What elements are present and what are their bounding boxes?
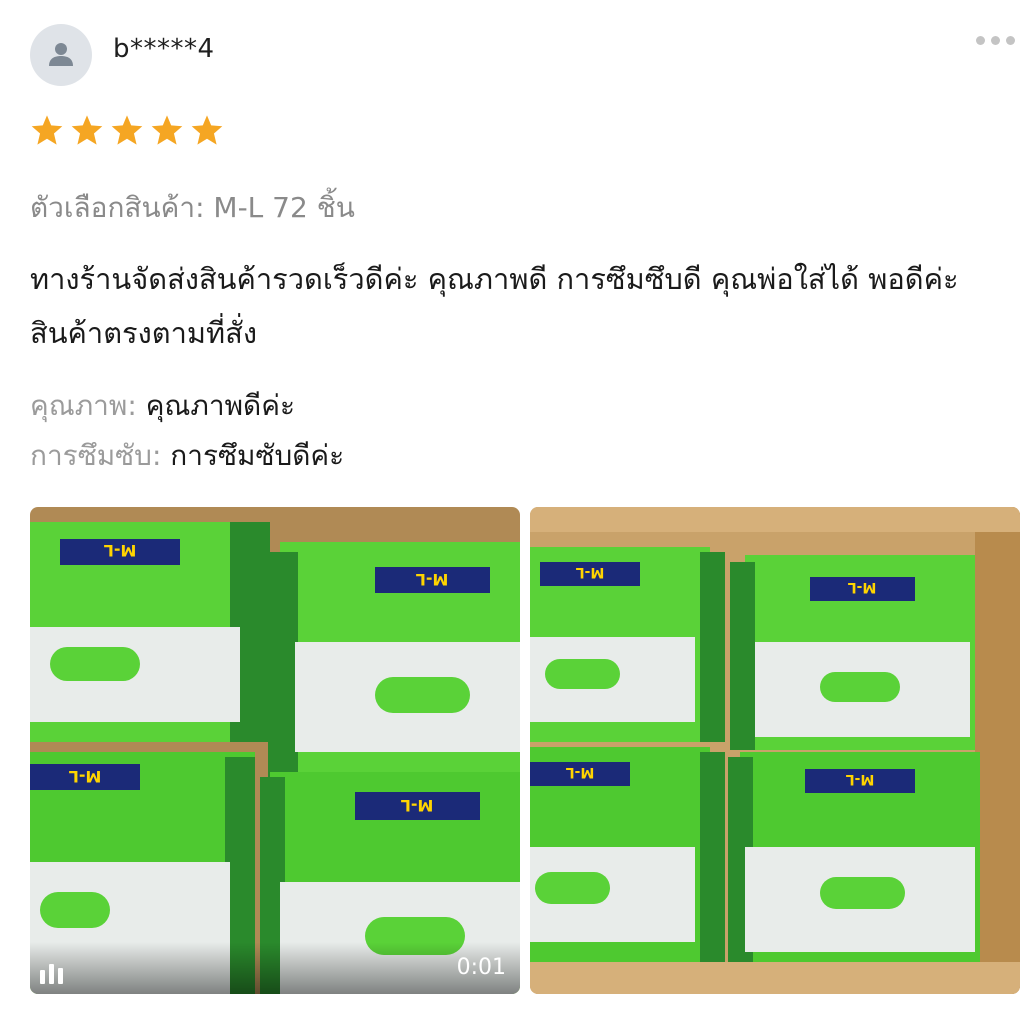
review-photo[interactable]: M-L M-L M-L M-L — [530, 507, 1020, 994]
package-label: M-L — [401, 796, 434, 815]
attribute-absorption: การซึมซับ: การซึมซับดีค่ะ — [30, 434, 344, 478]
video-control-bar: 0:01 — [30, 942, 520, 994]
product-variant: ตัวเลือกสินค้า: M-L 72 ชิ้น — [30, 191, 355, 224]
video-icon — [40, 964, 63, 984]
video-duration: 0:01 — [456, 955, 506, 980]
video-thumbnail: M-L M-L M-L M-L — [30, 507, 520, 994]
package-label: M-L — [576, 564, 605, 580]
user-icon — [49, 43, 73, 66]
package-label: M-L — [104, 541, 137, 560]
reviewer-username: b*****4 — [113, 34, 215, 64]
star-icon — [111, 115, 143, 145]
package-label: M-L — [566, 764, 595, 780]
review-video[interactable]: M-L M-L M-L M-L 0:01 — [30, 507, 520, 994]
package-label: M-L — [846, 771, 875, 787]
review-text: ทางร้านจัดส่งสินค้ารวดเร็วดีค่ะ คุณภาพดี… — [30, 262, 959, 350]
star-icon — [151, 115, 183, 145]
package-label: M-L — [848, 579, 877, 595]
attribute-value: คุณภาพดีค่ะ — [145, 389, 295, 422]
rating-stars — [30, 114, 224, 146]
star-icon — [71, 115, 103, 145]
star-icon — [191, 115, 223, 145]
attribute-label: คุณภาพ: — [30, 389, 137, 422]
package-label: M-L — [69, 767, 102, 786]
avatar[interactable] — [30, 24, 92, 86]
photo-thumbnail: M-L M-L M-L M-L — [530, 507, 1020, 994]
package-label: M-L — [416, 570, 449, 589]
attribute-value: การซึมซับดีค่ะ — [170, 439, 345, 472]
star-icon — [31, 115, 63, 145]
more-options-icon[interactable] — [976, 36, 1015, 45]
attribute-quality: คุณภาพ: คุณภาพดีค่ะ — [30, 384, 295, 428]
attribute-label: การซึมซับ: — [30, 439, 162, 472]
